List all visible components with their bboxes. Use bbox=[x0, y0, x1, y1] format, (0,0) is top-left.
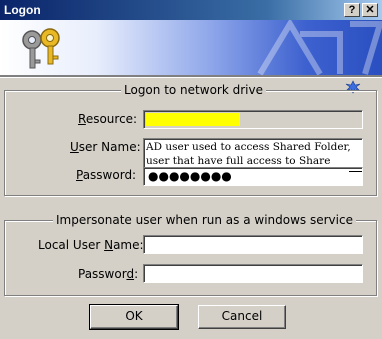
resource-field[interactable] bbox=[143, 110, 363, 129]
text-cursor bbox=[349, 171, 362, 172]
logon-dialog: Logon ? ✕ Logon to network drive Resourc… bbox=[0, 0, 382, 339]
local-user-label: Local User Name: bbox=[38, 238, 144, 252]
local-password-label: Password: bbox=[78, 267, 139, 281]
resource-redaction bbox=[146, 113, 240, 126]
local-password-field[interactable] bbox=[143, 264, 363, 283]
username-field[interactable]: AD user used to access Shared Folder, us… bbox=[143, 138, 363, 168]
close-icon: ✕ bbox=[365, 4, 375, 16]
username-value: AD user used to access Shared Folder, us… bbox=[146, 141, 351, 167]
password-label: Password: bbox=[76, 168, 137, 182]
resource-label: Resource: bbox=[78, 112, 138, 126]
impersonate-group: Impersonate user when run as a windows s… bbox=[4, 213, 377, 296]
help-icon: ? bbox=[348, 4, 356, 16]
cancel-button[interactable]: Cancel bbox=[198, 305, 286, 329]
window-title: Logon bbox=[4, 3, 41, 17]
password-value: ●●●●●●●● bbox=[148, 169, 232, 183]
password-field[interactable]: ●●●●●●●● bbox=[143, 167, 363, 186]
local-user-field[interactable] bbox=[143, 235, 363, 254]
help-button[interactable]: ? bbox=[344, 3, 360, 17]
ok-button[interactable]: OK bbox=[89, 304, 179, 330]
group-legend: Logon to network drive bbox=[121, 83, 266, 97]
header-banner bbox=[0, 20, 382, 75]
close-button[interactable]: ✕ bbox=[362, 3, 378, 17]
banner-pattern-icon bbox=[257, 20, 382, 75]
title-bar[interactable]: Logon ? ✕ bbox=[0, 0, 382, 20]
group-legend: Impersonate user when run as a windows s… bbox=[53, 213, 356, 227]
banner-divider bbox=[0, 75, 382, 78]
username-label: User Name: bbox=[70, 140, 141, 154]
keys-icon bbox=[22, 28, 60, 69]
